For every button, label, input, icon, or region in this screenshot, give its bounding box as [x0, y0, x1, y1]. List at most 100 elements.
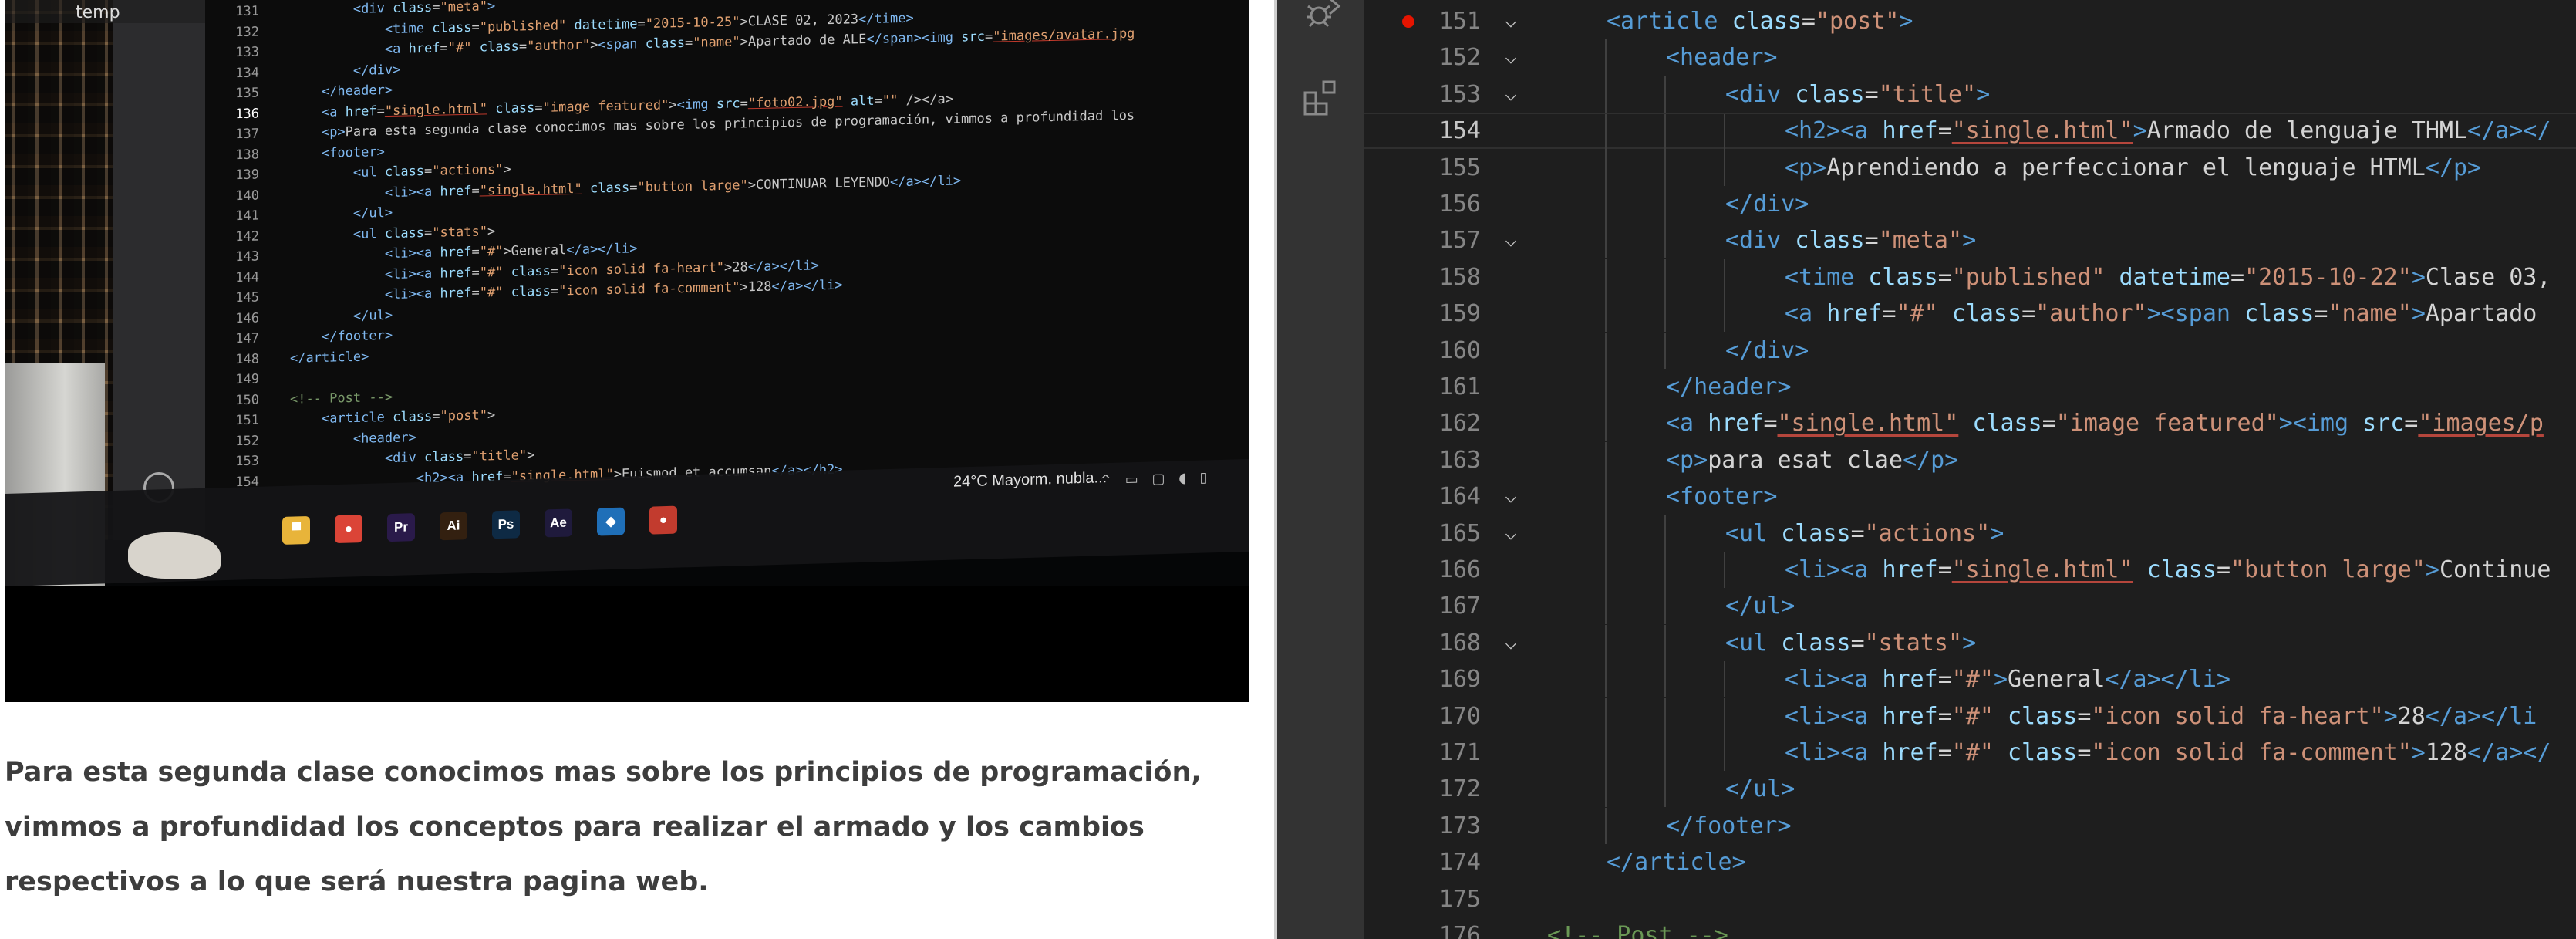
indent-guide — [1605, 807, 1607, 844]
fold-chevron-icon[interactable]: ⌵ — [1499, 39, 1522, 76]
photo-line-source: <div class="title"> — [384, 448, 535, 467]
code-area[interactable]: 151 ⌵ <article class="post"> 152 ⌵ <header> 15… — [1364, 0, 2576, 939]
code-line[interactable]: 168 ⌵ <ul class="stats"> — [1364, 624, 2576, 661]
indent-guide — [1605, 735, 1607, 771]
code-line[interactable]: 167 </ul> — [1364, 588, 2576, 625]
indent-guide — [1664, 332, 1666, 369]
photo-code-line: 146 </ul> — [205, 307, 393, 326]
line-source: <li><a href="single.html" class="button … — [1785, 556, 2551, 583]
photo-code-line: 152 <header> — [205, 430, 416, 450]
code-line[interactable]: 164 ⌵ <footer> — [1364, 478, 2576, 515]
indent-guide — [1605, 114, 1607, 151]
code-line[interactable]: 174 </article> — [1364, 844, 2576, 880]
code-line[interactable]: 158 <time class="published" datetime="201… — [1364, 258, 2576, 296]
indent-guide — [1724, 735, 1725, 771]
line-source: <header> — [1666, 44, 1778, 72]
photo-code-line: 141 </ul> — [205, 205, 393, 225]
photo-weather: 24°C Mayorm. nubla... — [953, 469, 1108, 491]
code-line[interactable]: 156 </div> — [1364, 186, 2576, 222]
photo-code-editor: 131 <div class="meta"> 132 <time class="p… — [205, 0, 1249, 540]
code-line[interactable]: 162 <a href="single.html" class="image fe… — [1364, 405, 2576, 442]
photo-sticker — [128, 532, 221, 579]
indent-guide — [1664, 114, 1666, 151]
photo-taskbar-after-effects-icon: Ae — [545, 508, 572, 538]
line-number: 162 — [1438, 410, 1481, 437]
line-number: 154 — [1438, 117, 1481, 145]
photo-code-line: 153 <div class="title"> — [205, 448, 534, 470]
code-line[interactable]: 151 ⌵ <article class="post"> — [1364, 3, 2576, 39]
line-number: 175 — [1438, 885, 1481, 913]
indent-guide — [1664, 588, 1666, 625]
code-line[interactable]: 155 <p>Aprendiendo a perfeccionar el leng… — [1364, 149, 2576, 186]
indent-guide — [1664, 515, 1666, 552]
debug-icon[interactable] — [1300, 0, 1344, 43]
code-line[interactable]: 157 ⌵ <div class="meta"> — [1364, 222, 2576, 259]
fold-chevron-icon[interactable]: ⌵ — [1499, 478, 1522, 515]
photo-line-number: 139 — [235, 167, 259, 184]
photo-code-line: 135 </header> — [205, 83, 393, 102]
line-source: <!-- Post --> — [1547, 922, 1728, 939]
line-source: <li><a href="#" class="icon solid fa-com… — [1785, 739, 2551, 766]
line-number: 170 — [1438, 702, 1481, 730]
code-line[interactable]: 173 </footer> — [1364, 807, 2576, 844]
line-number: 157 — [1438, 227, 1481, 255]
line-source: </ul> — [1725, 593, 1795, 620]
code-line[interactable]: 163 <p>para esat clae</p> — [1364, 441, 2576, 478]
extensions-icon[interactable] — [1300, 77, 1344, 120]
line-number: 161 — [1438, 373, 1481, 400]
photo-code-line: 143 <li><a href="#">General</a></li> — [205, 241, 637, 265]
indent-guide — [1664, 149, 1666, 186]
post-excerpt: Para esta segunda clase conocimos mas so… — [5, 757, 1202, 897]
indent-guide — [1605, 296, 1607, 333]
fold-chevron-icon[interactable]: ⌵ — [1499, 625, 1522, 661]
line-source: <div class="meta"> — [1725, 227, 1977, 255]
fold-chevron-icon[interactable]: ⌵ — [1499, 222, 1522, 258]
fold-chevron-icon[interactable]: ⌵ — [1499, 3, 1522, 39]
photo-line-source: <header> — [352, 429, 416, 447]
line-source: <ul class="actions"> — [1725, 519, 2004, 547]
photo-line-source: <footer> — [321, 144, 385, 161]
indent-guide — [1724, 149, 1725, 186]
line-number: 172 — [1438, 775, 1481, 803]
indent-guide — [1664, 771, 1666, 808]
code-line[interactable]: 176 <!-- Post --> — [1364, 917, 2576, 939]
code-line[interactable]: 170 <li><a href="#" class="icon solid fa-… — [1364, 697, 2576, 735]
line-number: 169 — [1438, 666, 1481, 694]
fold-chevron-icon[interactable]: ⌵ — [1499, 76, 1522, 113]
code-line[interactable]: 152 ⌵ <header> — [1364, 39, 2576, 76]
line-number: 174 — [1438, 849, 1481, 877]
fold-chevron-icon[interactable]: ⌵ — [1499, 515, 1522, 552]
line-number: 153 — [1438, 80, 1481, 108]
photo-line-number: 150 — [235, 392, 259, 408]
photo-line-number: 146 — [235, 310, 259, 326]
code-line[interactable]: 175 — [1364, 881, 2576, 917]
code-line[interactable]: 166 <li><a href="single.html" class="butt… — [1364, 552, 2576, 588]
photo-code-line: 134 </div> — [205, 62, 400, 81]
code-line[interactable]: 165 ⌵ <ul class="actions"> — [1364, 515, 2576, 552]
code-line[interactable]: 153 ⌵ <div class="title"> — [1364, 76, 2576, 113]
photo-line-number: 138 — [235, 147, 259, 163]
line-source: <ul class="stats"> — [1725, 629, 1977, 657]
line-source: <p>para esat clae</p> — [1666, 446, 1959, 474]
photo-code-line: 147 </footer> — [205, 328, 393, 347]
code-line[interactable]: 171 <li><a href="#" class="icon solid fa-… — [1364, 735, 2576, 771]
photo-code-line: 139 <ul class="actions"> — [205, 162, 511, 184]
activity-bar — [1277, 0, 1364, 939]
code-line[interactable]: 159 <a href="#" class="author"><span clas… — [1364, 296, 2576, 333]
line-number: 166 — [1438, 556, 1481, 583]
photo-taskbar-file-explorer-icon: ▀ — [282, 515, 310, 545]
line-number: 163 — [1438, 446, 1481, 474]
indent-guide — [1605, 39, 1607, 76]
line-source: <div class="title"> — [1725, 80, 1991, 108]
indent-guide — [1664, 624, 1666, 661]
indent-guide — [1605, 258, 1607, 296]
code-line[interactable]: 161 </header> — [1364, 369, 2576, 405]
code-line[interactable]: 154 <h2><a href="single.html">Armado de l… — [1364, 113, 2576, 151]
indent-guide — [1605, 76, 1607, 113]
photo-line-source: </footer> — [321, 327, 393, 345]
code-line[interactable]: 160 </div> — [1364, 332, 2576, 369]
code-line[interactable]: 169 <li><a href="#">General</a></li> — [1364, 661, 2576, 698]
indent-guide — [1605, 771, 1607, 808]
photo-line-number: 136 — [235, 106, 259, 122]
code-line[interactable]: 172 </ul> — [1364, 771, 2576, 808]
